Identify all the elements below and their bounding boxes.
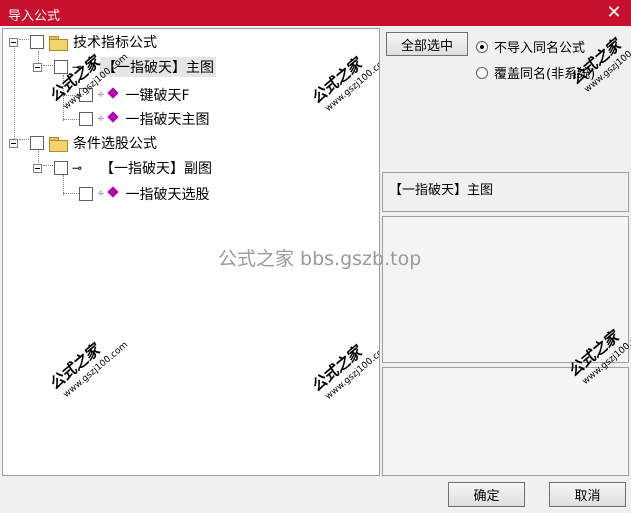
cancel-button[interactable]: 取消 xyxy=(549,482,626,507)
selected-formula-name: 【一指破天】主图 xyxy=(389,183,494,198)
tree-node-label: 条件选股公式 xyxy=(73,136,157,152)
window-title: 导入公式 xyxy=(8,9,61,24)
collapse-icon[interactable] xyxy=(33,163,42,173)
tree-node-label: 一指破天主图 xyxy=(125,112,210,128)
formula-gem-icon xyxy=(106,112,120,126)
tree-node-tech-indicators[interactable]: 技术指标公式 xyxy=(9,33,157,51)
tree-node-yizhi-screen[interactable]: ÷ 一指破天选股 xyxy=(79,185,210,203)
formula-name-box: 【一指破天】主图 xyxy=(382,172,629,212)
footer-bar: 确定 取消 xyxy=(0,476,631,513)
checkbox[interactable] xyxy=(54,60,68,74)
close-icon[interactable]: ✕ xyxy=(603,2,625,24)
radio-button[interactable] xyxy=(476,40,488,53)
watermark: 公式之家 www.gszj100.com xyxy=(45,340,131,400)
formula-description-box[interactable] xyxy=(382,216,629,363)
radio-button[interactable] xyxy=(476,66,488,79)
formula-gem-icon xyxy=(106,187,120,201)
watermark: 公式之家 www.gszj100.com xyxy=(566,35,631,95)
watermark: 公式之家 www.gszj100.com xyxy=(307,342,380,402)
folder-icon xyxy=(49,136,68,152)
tree-node-label: 一指破天选股 xyxy=(125,187,210,203)
folder-icon xyxy=(49,35,68,51)
tree-node-sub-chart[interactable]: ⊸ 【一指破天】副图 xyxy=(33,159,212,177)
tree-node-stock-screen[interactable]: 条件选股公式 xyxy=(9,134,157,152)
tree-node-yizhi-main[interactable]: ÷ 一指破天主图 xyxy=(79,110,210,128)
watermark: 公式之家 www.gszj100.com xyxy=(307,54,380,114)
tree-node-label: 一键破天F xyxy=(125,88,190,104)
radio-skip-same-name[interactable]: 不导入同名公式 xyxy=(476,37,585,56)
formula-gem-icon xyxy=(106,88,120,102)
checkbox[interactable] xyxy=(79,112,93,126)
tree-node-label: 【一指破天】副图 xyxy=(100,161,212,177)
checkbox[interactable] xyxy=(30,35,44,49)
ok-button[interactable]: 确定 xyxy=(448,482,525,507)
center-watermark: 公式之家 bbs.gszb.top xyxy=(218,248,422,270)
radio-label: 不导入同名公式 xyxy=(494,41,586,56)
checkbox[interactable] xyxy=(54,161,68,175)
title-bar: 导入公式 ✕ xyxy=(0,0,631,26)
collapse-icon[interactable] xyxy=(33,62,42,72)
select-all-button[interactable]: 全部选中 xyxy=(386,32,468,56)
key-icon: ⊸ xyxy=(72,161,83,175)
checkbox[interactable] xyxy=(30,136,44,150)
collapse-icon[interactable] xyxy=(9,138,18,148)
checkbox[interactable] xyxy=(79,187,93,201)
collapse-icon[interactable] xyxy=(9,37,18,47)
